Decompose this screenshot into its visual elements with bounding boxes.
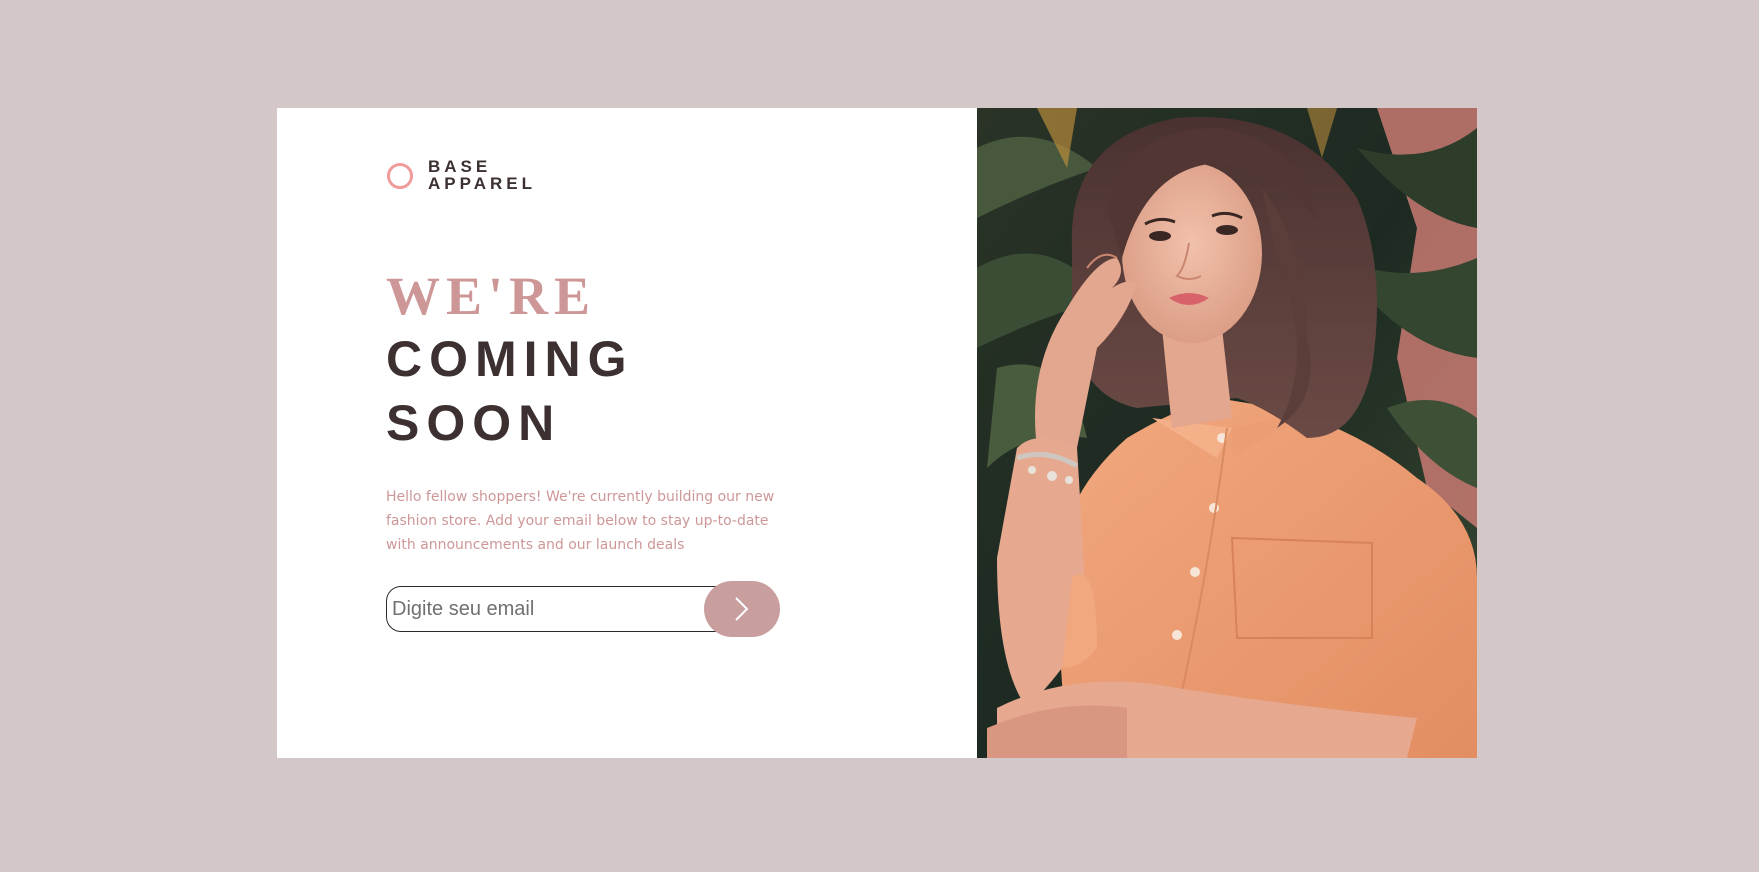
hero-illustration <box>977 108 1477 758</box>
email-input[interactable] <box>386 586 730 632</box>
landing-card: BASE APPAREL WE'RE COMING SOON Hello fel… <box>277 108 1477 758</box>
content-panel: BASE APPAREL WE'RE COMING SOON Hello fel… <box>277 108 977 758</box>
headline-line-1: WE'RE <box>386 266 597 326</box>
logo-text: BASE APPAREL <box>428 158 536 192</box>
logo-line-1: BASE <box>428 157 492 176</box>
email-signup-form <box>386 581 780 637</box>
headline-line-2: COMING <box>386 331 634 387</box>
brand-logo: BASE APPAREL <box>387 158 536 192</box>
chevron-right-icon <box>735 597 749 621</box>
logo-line-2: APPAREL <box>428 174 536 193</box>
page-headline: WE'RE COMING SOON <box>386 265 634 455</box>
headline-line-3: SOON <box>386 395 562 451</box>
submit-button[interactable] <box>704 581 780 637</box>
hero-photo <box>977 108 1477 758</box>
description-text: Hello fellow shoppers! We're currently b… <box>386 489 775 553</box>
logo-ring-icon <box>387 163 413 189</box>
